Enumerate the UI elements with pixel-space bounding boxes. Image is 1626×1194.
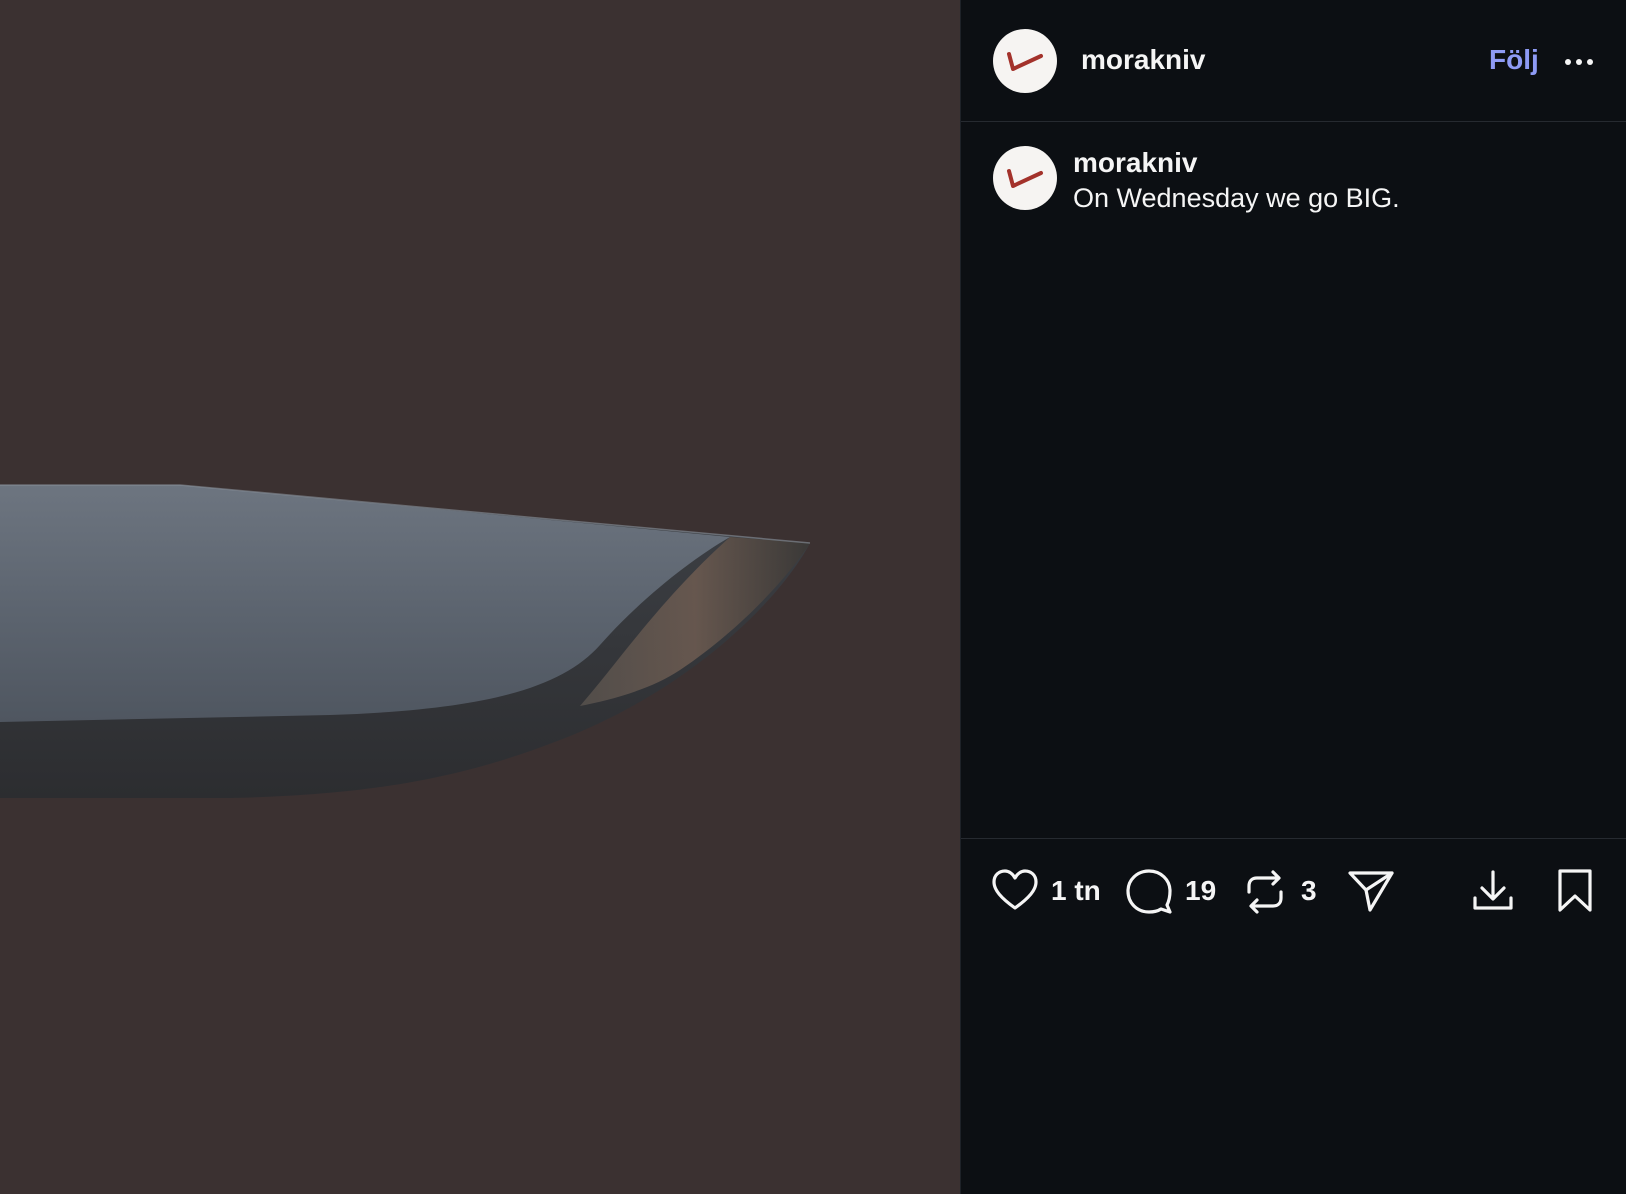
download-button[interactable] (1471, 868, 1515, 919)
post-header: morakniv Följ (961, 0, 1626, 122)
repost-count[interactable]: 3 (1301, 875, 1317, 907)
download-icon (1473, 870, 1513, 910)
actions-divider (961, 838, 1626, 839)
bookmark-button[interactable] (1555, 868, 1595, 919)
more-options-icon (1565, 59, 1593, 65)
follow-button[interactable]: Följ (1489, 44, 1539, 76)
repost-icon (1247, 870, 1283, 914)
share-icon (1348, 871, 1394, 912)
post-image[interactable] (0, 0, 960, 1194)
morakniv-logo-icon (1007, 52, 1043, 71)
caption-text: On Wednesday we go BIG. (1073, 183, 1400, 213)
heart-icon (992, 869, 1038, 910)
post-side-panel: morakniv Följ morakniv On Wednesday we g… (960, 0, 1626, 1194)
knife-blade-image (0, 484, 811, 798)
repost-button[interactable] (1243, 868, 1287, 921)
like-count[interactable]: 1 tn (1051, 875, 1101, 907)
comment-button[interactable] (1125, 868, 1173, 919)
comment-icon (1126, 869, 1172, 914)
morakniv-logo-icon (1007, 169, 1043, 188)
comment-count[interactable]: 19 (1185, 875, 1216, 907)
share-button[interactable] (1347, 868, 1395, 919)
caption-avatar[interactable] (993, 146, 1057, 210)
header-username[interactable]: morakniv (1081, 44, 1206, 76)
caption-username[interactable]: morakniv (1073, 147, 1198, 179)
like-button[interactable] (991, 868, 1039, 917)
profile-avatar[interactable] (993, 29, 1057, 93)
bookmark-icon (1558, 869, 1592, 912)
more-options-button[interactable] (1559, 44, 1599, 80)
